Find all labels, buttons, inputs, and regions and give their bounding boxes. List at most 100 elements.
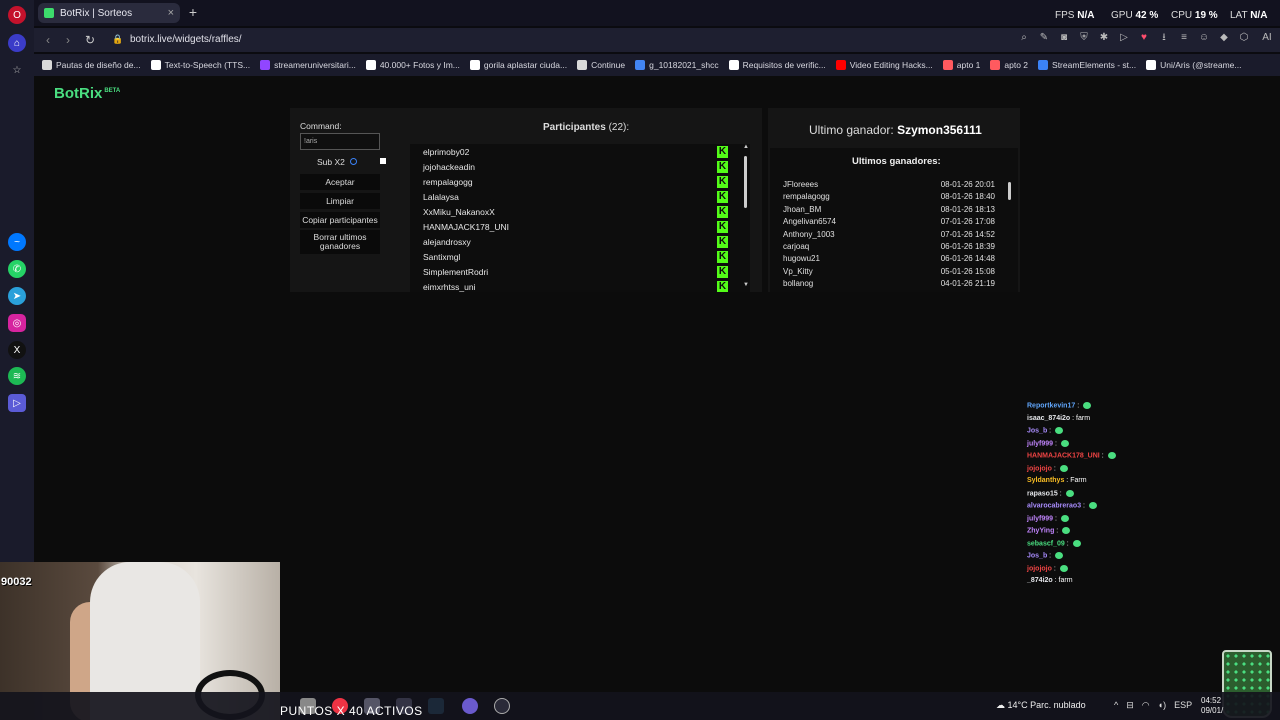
volume-icon[interactable]: ◖) — [1158, 700, 1166, 711]
chat-username: Jos_b — [1027, 552, 1048, 560]
obs-icon[interactable] — [494, 698, 510, 714]
chat-message: julyf999 : — [1027, 514, 1069, 527]
participants-list[interactable]: ▲ ▼ elprimoby02 Kjojohackeadin Krempalagog… — [410, 144, 750, 292]
participant-row[interactable]: rempalagogg K — [410, 175, 730, 190]
spotify-icon[interactable]: ≋ — [8, 367, 26, 385]
weather-widget[interactable]: ☁ 14°C Parc. nublado — [996, 700, 1086, 711]
whatsapp-icon[interactable]: ✆ — [8, 260, 26, 278]
bookmark-item[interactable]: Uni/Aris (@streame... — [1146, 60, 1242, 70]
screen: O ⌂ ☆ ~ ✆ ➤ ◎ X ≋ ▷ BotRix | Sorteos × +… — [0, 0, 1280, 720]
bookmark-item[interactable]: Text-to-Speech (TTS... — [150, 60, 250, 70]
bookmarks-bar: Pautas de diseño de... Text-to-Speech (TT… — [34, 54, 1280, 76]
search-icon[interactable]: ⌕ — [1018, 32, 1030, 44]
reload-button[interactable]: ↻ — [82, 32, 98, 48]
winner-name: Jhoan_BM — [783, 204, 822, 214]
bookmark-item[interactable]: StreamElements - st... — [1038, 60, 1136, 70]
chat-message: _874i2o : farm — [1027, 577, 1073, 589]
network-icon[interactable]: ⊟ — [1126, 700, 1134, 711]
chat-separator: : — [1051, 464, 1058, 472]
participant-row[interactable]: elprimoby02 K — [410, 145, 730, 160]
delete-winners-line2: ganadores — [319, 241, 361, 251]
chat-text: farm — [1076, 414, 1091, 422]
language-indicator[interactable]: ESP — [1174, 700, 1192, 711]
bookmark-item[interactable]: gorila aplastar ciuda... — [469, 60, 567, 70]
steam-icon[interactable] — [428, 698, 444, 714]
new-tab-button[interactable]: + — [186, 5, 200, 19]
address-bar-actions: ⌕ ✎ ◙ ⛨ ✱ ▷ ♥ ⭳ ≡ ☺ ◆ ⬡ AI — [1018, 32, 1276, 44]
instagram-icon[interactable]: ◎ — [8, 314, 26, 332]
winner-row: Vp_Kitty 05-01-26 15:08 — [783, 267, 995, 279]
play-icon[interactable]: ▷ — [1118, 32, 1130, 44]
extension-icon[interactable]: ✱ — [1098, 32, 1110, 44]
participant-row[interactable]: Santixmgl K — [410, 250, 730, 265]
bookmark-item[interactable]: 40.000+ Fotos y Im... — [365, 60, 460, 70]
download-icon[interactable]: ⭳ — [1158, 32, 1170, 44]
delete-winners-button[interactable]: Borrar ultimos ganadores — [300, 230, 380, 254]
home-icon[interactable]: ⌂ — [8, 34, 26, 52]
participant-row[interactable]: Lalalaysa K — [410, 190, 730, 205]
scroll-down-icon[interactable]: ▼ — [743, 282, 749, 288]
copy-participants-button[interactable]: Copiar participantes — [300, 212, 380, 228]
participant-row[interactable]: SimplementRodri K — [410, 265, 730, 280]
wifi-icon[interactable]: ◠ — [1142, 700, 1150, 711]
telegram-icon[interactable]: ➤ — [8, 287, 26, 305]
chat-message: sebascf_09 : — [1027, 539, 1081, 552]
url-field[interactable]: botrix.live/widgets/raffles/ — [130, 34, 242, 45]
bookmark-favicon-icon — [469, 60, 480, 70]
bookmark-item[interactable]: Requisitos de verific... — [728, 60, 826, 70]
bookmark-item[interactable]: streameruniversitari... — [260, 60, 356, 70]
winner-row: Angelivan6574 07-01-26 17:08 — [783, 217, 995, 229]
profile-icon[interactable]: ☺ — [1198, 32, 1210, 44]
chat-separator: : — [1051, 564, 1058, 572]
emote-icon — [1088, 502, 1097, 509]
bookmark-label: apto 2 — [1004, 60, 1029, 70]
participant-row[interactable]: eimxrhtss_uni K — [410, 280, 730, 292]
winner-date: 06-01-26 18:39 — [940, 242, 995, 251]
edit-icon[interactable]: ✎ — [1038, 32, 1050, 44]
wallet-icon[interactable]: ◆ — [1218, 32, 1230, 44]
command-input[interactable]: !aris — [300, 133, 380, 150]
x-icon[interactable]: X — [8, 341, 26, 359]
back-button[interactable]: ‹ — [40, 32, 56, 48]
participant-row[interactable]: XxMiku_NakanoxX K — [410, 205, 730, 220]
bookmark-item[interactable]: Video Editing Hacks... — [835, 60, 933, 70]
star-icon[interactable]: ☆ — [8, 61, 26, 79]
close-tab-icon[interactable]: × — [168, 7, 174, 19]
winners-list[interactable]: Ultimos ganadores: JFloreees 08-01-26 20:… — [770, 148, 1018, 292]
bookmark-item[interactable]: g_10182021_shcc — [635, 60, 719, 70]
chevron-up-icon[interactable]: ^ — [1114, 700, 1118, 711]
opera-logo-icon[interactable]: O — [8, 6, 26, 24]
info-icon[interactable] — [350, 158, 357, 165]
ai-icon[interactable]: AI — [1258, 32, 1276, 44]
bookmark-item[interactable]: apto 2 — [990, 60, 1028, 70]
player-icon[interactable]: ▷ — [8, 394, 26, 412]
winner-date: 08-01-26 18:40 — [940, 192, 995, 202]
emote-icon — [1055, 552, 1064, 559]
bookmark-item[interactable]: Pautas de diseño de... — [42, 60, 141, 70]
bookmark-item[interactable]: Continue — [577, 60, 625, 70]
clock[interactable]: 04:52 09/01/ — [1201, 696, 1223, 716]
camera-icon[interactable]: ◙ — [1058, 32, 1070, 44]
sub-x2-checkbox[interactable] — [380, 158, 386, 164]
clear-button[interactable]: Limpiar — [300, 193, 380, 209]
participants-scrollbar[interactable] — [744, 156, 747, 208]
winner-name: carjoaq — [783, 242, 810, 251]
winners-scrollbar[interactable] — [1008, 182, 1011, 200]
cube-icon[interactable]: ⬡ — [1238, 32, 1250, 44]
heart-icon[interactable]: ♥ — [1138, 32, 1150, 44]
bookmark-item[interactable]: apto 1 — [942, 60, 980, 70]
scroll-up-icon[interactable]: ▲ — [743, 144, 749, 150]
discord-icon[interactable] — [462, 698, 478, 714]
tab-botrix[interactable]: BotRix | Sorteos × — [38, 3, 180, 23]
winner-row: Jhoan_BM 08-01-26 18:13 — [783, 205, 995, 217]
accept-button[interactable]: Aceptar — [300, 174, 380, 190]
menu-icon[interactable]: ≡ — [1178, 32, 1190, 44]
lock-icon: 🔒 — [112, 34, 124, 44]
participant-row[interactable]: alejandrosxy K — [410, 235, 730, 250]
participant-row[interactable]: jojohackeadin K — [410, 160, 730, 175]
forward-button[interactable]: › — [60, 32, 76, 48]
participant-row[interactable]: HANMAJACK178_UNI K — [410, 220, 730, 235]
messenger-icon[interactable]: ~ — [8, 233, 26, 251]
botrix-logo[interactable]: BotRix BETA — [54, 85, 120, 102]
shield-icon[interactable]: ⛨ — [1078, 32, 1090, 44]
